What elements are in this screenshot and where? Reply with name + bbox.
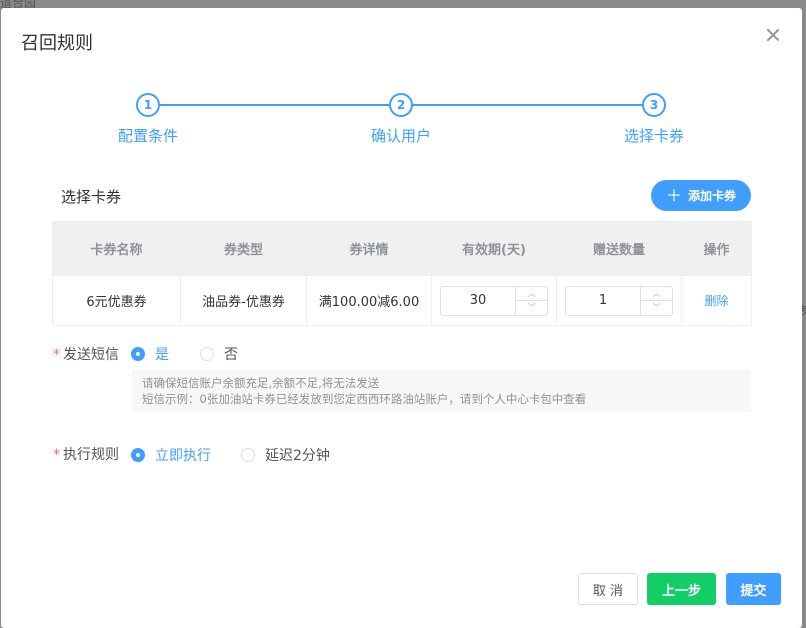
validity-stepper[interactable]: 30 ︿ ﹀ [440,285,548,316]
header-quantity: 赠送数量 [556,221,682,276]
step-1-circle: 1 [136,93,160,117]
sms-notice: 请确保短信账户余额充足,余额不足,将无法发送 短信示例：0张加油站卡券已经发放到… [132,370,751,412]
step-3-label: 选择卡券 [623,127,684,145]
required-mark: * [53,347,60,363]
coupon-detail-text: 满100.00减6.00 [318,295,420,310]
execution-label: * 执行规则 [53,447,119,463]
plus-icon: ＋ [665,185,682,205]
sms-radio-yes[interactable]: 是 [131,344,169,364]
chevron-down-icon[interactable]: ﹀ [516,301,547,315]
execution-radio-immediate[interactable]: 立即执行 [131,445,211,465]
sms-radio-yes-label: 是 [155,347,169,363]
add-coupon-button[interactable]: ＋ 添加卡券 [651,180,751,211]
sms-radio-no[interactable]: 否 [200,344,238,364]
radio-checked-icon [131,448,145,462]
execution-radio-delay[interactable]: 延迟2分钟 [241,445,330,465]
header-action: 操作 [681,221,752,276]
step-3-circle: 3 [642,93,666,117]
coupon-section-title: 选择卡券 [61,188,122,206]
coupon-table: 卡券名称 券类型 券详情 有效期(天) 赠送数量 操作 6元优惠券 油品券-优惠… [52,221,752,326]
sms-radio-no-label: 否 [224,347,238,363]
coupon-type-cell: 油品券-优惠券 [180,275,307,326]
prev-step-button[interactable]: 上一步 [647,573,716,605]
execution-radio-immediate-label: 立即执行 [155,448,211,464]
step-2-label: 确认用户 [370,127,431,145]
chevron-up-icon[interactable]: ︿ [516,287,547,301]
close-icon[interactable] [766,28,780,42]
cancel-button[interactable]: 取 消 [578,573,638,605]
radio-unchecked-icon [241,448,255,462]
quantity-stepper[interactable]: 1 ︿ ﹀ [565,285,673,316]
coupon-name-cell: 6元优惠券 [52,275,181,326]
execution-radio-delay-label: 延迟2分钟 [265,448,330,464]
header-coupon-name: 卡券名称 [52,221,181,276]
action-cell: 删除 [681,275,752,326]
step-connector-1 [160,104,389,106]
sms-notice-line2: 短信示例：0张加油站卡券已经发放到您定西西环路油站账户，请到个人中心卡包中查看 [142,392,587,406]
validity-cell: 30 ︿ ﹀ [431,275,557,326]
coupon-detail-cell: 满100.00减6.00 [306,275,432,326]
validity-input[interactable]: 30 [441,287,515,315]
header-validity: 有效期(天) [431,221,557,276]
header-coupon-type: 券类型 [180,221,307,276]
delete-link[interactable]: 删除 [704,294,728,308]
add-coupon-label: 添加卡券 [688,189,737,203]
quantity-input[interactable]: 1 [566,287,640,315]
recall-rule-dialog: 召回规则 1 2 3 配置条件 确认用户 选择卡券 选择卡券 ＋ 添加卡券 卡券… [1,8,802,628]
sms-notice-line1: 请确保短信账户余额充足,余额不足,将无法发送 [142,376,380,390]
step-1-label: 配置条件 [117,127,178,145]
radio-unchecked-icon [200,347,214,361]
header-coupon-detail: 券详情 [306,221,432,276]
table-header-row: 卡券名称 券类型 券详情 有效期(天) 赠送数量 操作 [52,221,752,276]
required-mark: * [53,447,60,463]
radio-checked-icon [131,347,145,361]
submit-button[interactable]: 提交 [726,573,781,605]
quantity-cell: 1 ︿ ﹀ [556,275,682,326]
table-row: 6元优惠券 油品券-优惠券 满100.00减6.00 30 ︿ ﹀ 1 ︿ ﹀ … [52,275,752,326]
chevron-up-icon[interactable]: ︿ [641,287,672,301]
chevron-down-icon[interactable]: ﹀ [641,301,672,315]
dialog-title: 召回规则 [21,33,93,54]
step-connector-2 [413,104,642,106]
sms-label: * 发送短信 [53,347,119,363]
step-2-circle: 2 [389,93,413,117]
